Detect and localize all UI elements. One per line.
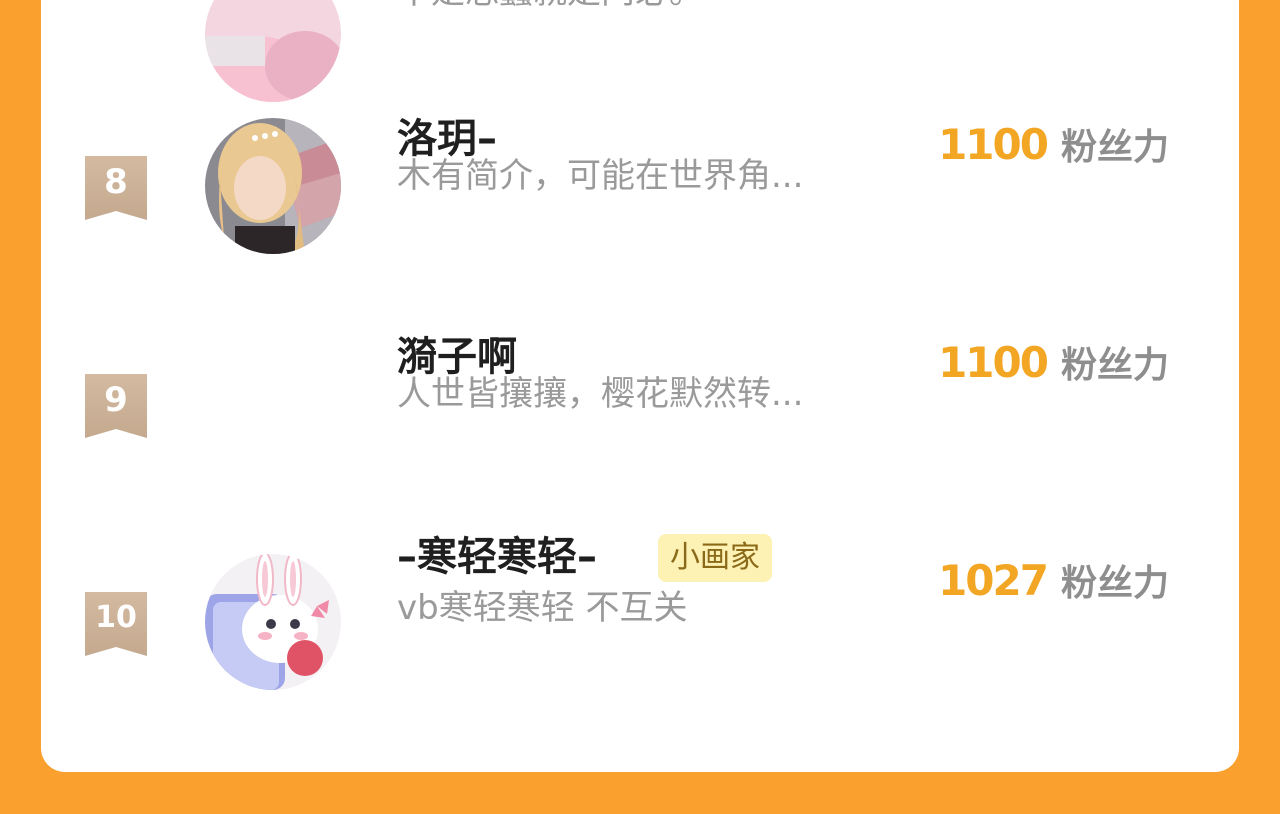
avatar[interactable] [205, 0, 341, 102]
fan-power-value: 1027 [938, 556, 1049, 605]
rank-badge: 9 [85, 374, 147, 438]
ranking-row[interactable]: 10 –寒轻寒轻– 小画家 vb寒轻寒轻 不互关 1027 粉丝力 [41, 534, 1239, 764]
avatar[interactable] [205, 118, 341, 254]
fan-power-label: 粉丝力 [1060, 345, 1169, 386]
title-badge: 小画家 [658, 534, 772, 582]
user-bio: vb寒轻寒轻 不互关 [397, 588, 688, 628]
rank-badge: 8 [85, 156, 147, 220]
fan-power-score: 1027 粉丝力 [938, 556, 1169, 615]
fan-power-value: 1100 [938, 120, 1049, 169]
ranking-card: 不是恐蠡就是问必。 8 洛玥– 木有简介，可能在世界角... 1100 [41, 0, 1239, 772]
fan-power-label: 粉丝力 [1060, 563, 1169, 604]
user-bio: 木有简介，可能在世界角... [397, 156, 804, 196]
user-name[interactable]: –寒轻寒轻– [397, 532, 597, 582]
avatar[interactable] [205, 554, 341, 690]
fan-power-label: 粉丝力 [1060, 127, 1169, 168]
fan-power-score: 1100 粉丝力 [938, 338, 1169, 397]
user-bio: 人世皆攘攘，樱花默然转... [397, 374, 804, 414]
ranking-row[interactable]: 不是恐蠡就是问必。 [41, 0, 1239, 102]
ranking-row[interactable]: 9 漪子啊 人世皆攘攘，樱花默然转... 1100 粉丝力 [41, 328, 1239, 546]
rank-badge: 10 [85, 592, 147, 656]
user-bio: 不是恐蠡就是问必。 [397, 0, 703, 14]
ranking-row[interactable]: 8 洛玥– 木有简介，可能在世界角... 1100 粉丝力 [41, 110, 1239, 328]
fan-power-value: 1100 [938, 338, 1049, 387]
fan-power-score: 1100 粉丝力 [938, 120, 1169, 179]
